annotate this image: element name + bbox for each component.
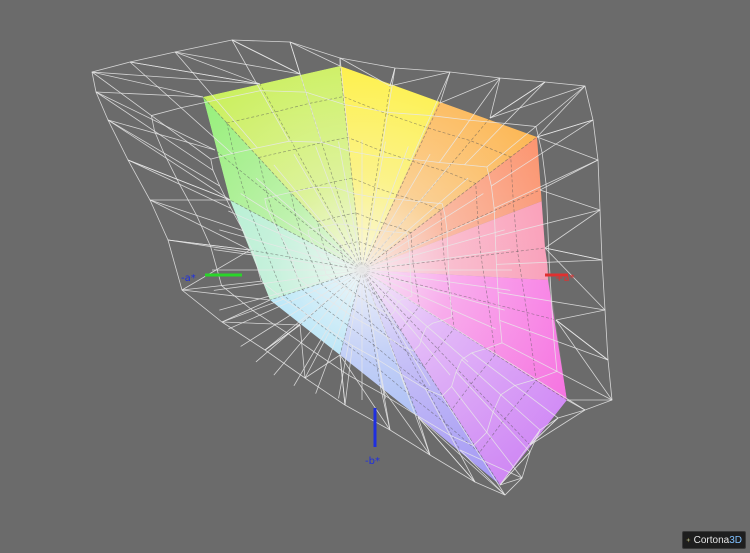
logo-text: Cortona3D — [693, 534, 742, 546]
b-neg-label: -b* — [365, 456, 380, 467]
gamut-3d-view: -a* +a* -b* — [91, 39, 613, 496]
a-pos-label: +a* — [555, 273, 575, 284]
a-neg-label: -a* — [181, 273, 196, 284]
gamut-solid — [203, 66, 567, 485]
viewer-canvas[interactable]: -a* +a* -b* Cortona3D — [0, 0, 750, 553]
cortona-logo[interactable]: Cortona3D — [682, 531, 746, 549]
cortona-star-icon — [686, 537, 691, 543]
